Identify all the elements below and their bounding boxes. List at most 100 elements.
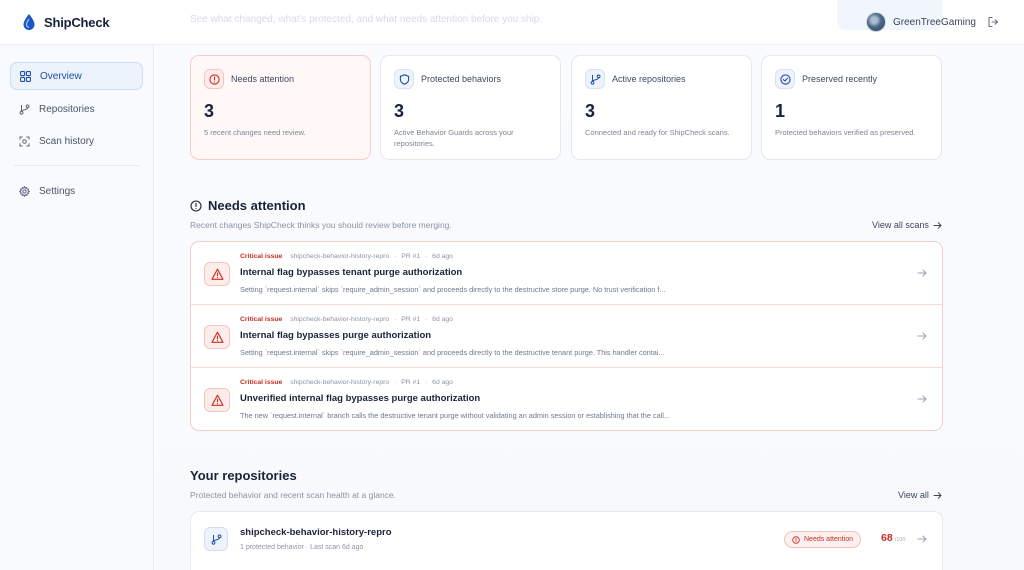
list-item[interactable]: Critical issue shipcheck-behavior-histor… xyxy=(191,305,942,368)
needs-attention-subtitle: Recent changes ShipCheck thinks you shou… xyxy=(190,220,452,230)
grid-icon xyxy=(20,70,31,82)
brand[interactable]: ShipCheck xyxy=(22,13,110,31)
stat-card-active-repositories[interactable]: Active repositories 3 Connected and read… xyxy=(571,55,752,160)
username: GreenTreeGaming xyxy=(893,16,976,28)
separator: · xyxy=(425,316,428,323)
link-label: View all xyxy=(898,490,929,500)
list-item[interactable]: Critical issue shipcheck-behavior-histor… xyxy=(191,368,942,430)
issue-meta: Critical issue shipcheck-behavior-histor… xyxy=(240,316,453,323)
sidebar-item-label: Scan history xyxy=(39,135,95,147)
warning-triangle-icon xyxy=(210,268,224,280)
issue-repo: shipcheck-behavior-history-repro xyxy=(290,379,390,386)
list-item[interactable]: Critical issue shipcheck-behavior-histor… xyxy=(191,242,942,305)
issue-repo: shipcheck-behavior-history-repro xyxy=(290,316,390,323)
stat-description: Active Behavior Guards across your repos… xyxy=(394,128,514,148)
issue-repo: shipcheck-behavior-history-repro xyxy=(290,253,390,260)
droplet-logo-icon xyxy=(23,14,35,30)
scan-icon xyxy=(19,136,30,146)
issue-detail: Setting `request.internal` skips `requir… xyxy=(240,285,666,294)
user-menu[interactable]: GreenTreeGaming xyxy=(866,12,976,32)
sidebar: Overview Repositories Scan history Setti… xyxy=(0,45,154,570)
stat-icon-wrap xyxy=(585,69,605,89)
stat-card-needs-attention[interactable]: Needs attention 3 5 recent changes need … xyxy=(190,55,371,160)
repo-last-scan: Last scan 6d ago xyxy=(310,544,364,551)
page-subtitle: See what changed, what's protected, and … xyxy=(190,14,543,25)
stat-label: Needs attention xyxy=(231,74,295,84)
alert-circle-icon xyxy=(792,535,800,544)
logout-icon[interactable] xyxy=(987,16,999,28)
issue-detail: The new `request.internal` branch calls … xyxy=(240,411,670,420)
status-badge-label: Needs attention xyxy=(804,536,854,543)
git-branch-icon xyxy=(19,104,30,115)
issue-pr: PR #1 xyxy=(401,253,421,260)
stat-value: 3 xyxy=(394,101,405,121)
main-content: Needs attention 3 5 recent changes need … xyxy=(155,45,1024,570)
issue-meta: Critical issue shipcheck-behavior-histor… xyxy=(240,253,453,260)
sidebar-divider xyxy=(14,165,140,166)
separator: · xyxy=(394,253,397,260)
repo-protected-count: 1 protected behavior xyxy=(240,544,304,551)
arrow-right-icon xyxy=(933,221,942,229)
view-all-repositories-link[interactable]: View all xyxy=(898,490,942,500)
sidebar-item-repositories[interactable]: Repositories xyxy=(10,95,143,123)
stat-icon-wrap xyxy=(394,69,414,89)
issue-pr: PR #1 xyxy=(401,379,421,386)
repo-icon-wrap xyxy=(204,527,228,551)
arrow-right-icon xyxy=(917,535,927,543)
stat-label: Protected behaviors xyxy=(421,74,502,84)
your-repositories-heading: Your repositories xyxy=(190,468,297,483)
needs-attention-heading: Needs attention xyxy=(190,198,306,213)
stat-description: Protected behaviors verified as preserve… xyxy=(775,128,916,137)
arrow-right-icon xyxy=(917,332,927,340)
sidebar-item-scan-history[interactable]: Scan history xyxy=(10,127,143,155)
alert-circle-icon xyxy=(208,73,220,85)
severity-label: Critical issue xyxy=(240,253,283,260)
severity-label: Critical issue xyxy=(240,316,283,323)
arrow-right-icon xyxy=(917,269,927,277)
stat-card-protected-behaviors[interactable]: Protected behaviors 3 Active Behavior Gu… xyxy=(380,55,561,160)
warning-icon-wrap xyxy=(204,388,230,412)
arrow-right-icon xyxy=(933,491,942,499)
repositories-subtitle: Protected behavior and recent scan healt… xyxy=(190,490,397,500)
issue-pr: PR #1 xyxy=(401,316,421,323)
warning-icon-wrap xyxy=(204,325,230,349)
gear-icon xyxy=(19,185,30,197)
issues-list: Critical issue shipcheck-behavior-histor… xyxy=(190,241,943,431)
issue-time: 6d ago xyxy=(432,379,453,386)
issue-title: Internal flag bypasses purge authorizati… xyxy=(240,330,432,341)
link-label: View all scans xyxy=(872,220,929,230)
issue-title: Internal flag bypasses tenant purge auth… xyxy=(240,267,463,278)
arrow-right-icon xyxy=(917,395,927,403)
health-score: 68/100 xyxy=(881,532,905,544)
avatar[interactable] xyxy=(866,12,886,32)
issue-time: 6d ago xyxy=(432,253,453,260)
stat-card-preserved-recently[interactable]: Preserved recently 1 Protected behaviors… xyxy=(761,55,942,160)
stat-value: 3 xyxy=(585,101,596,121)
stat-value: 3 xyxy=(204,101,215,121)
git-branch-icon xyxy=(590,74,601,85)
issue-meta: Critical issue shipcheck-behavior-histor… xyxy=(240,379,453,386)
sidebar-item-settings[interactable]: Settings xyxy=(10,177,143,205)
top-bar: ShipCheck See what changed, what's prote… xyxy=(0,0,1024,45)
repo-meta: 1 protected behavior · Last scan 6d ago xyxy=(240,544,363,551)
sidebar-item-overview[interactable]: Overview xyxy=(10,62,143,90)
section-title-text: Needs attention xyxy=(208,198,306,213)
view-all-scans-link[interactable]: View all scans xyxy=(872,220,942,230)
stat-label: Preserved recently xyxy=(802,74,878,84)
issue-detail: Setting `request.internal` skips `requir… xyxy=(240,348,665,357)
warning-triangle-icon xyxy=(210,331,224,343)
stat-icon-wrap xyxy=(775,69,795,89)
section-title-text: Your repositories xyxy=(190,468,297,483)
issue-time: 6d ago xyxy=(432,316,453,323)
alert-circle-icon xyxy=(190,199,202,212)
stat-value: 1 xyxy=(775,101,786,121)
stat-description: Connected and ready for ShipCheck scans. xyxy=(585,128,730,137)
stat-label: Active repositories xyxy=(612,74,686,84)
separator: · xyxy=(394,379,397,386)
severity-label: Critical issue xyxy=(240,379,283,386)
score-value: 68 xyxy=(881,532,893,544)
stat-icon-wrap xyxy=(204,69,224,89)
repository-card[interactable]: shipcheck-behavior-history-repro 1 prote… xyxy=(190,511,943,570)
stat-description: 5 recent changes need review. xyxy=(204,128,306,137)
separator: · xyxy=(425,379,428,386)
